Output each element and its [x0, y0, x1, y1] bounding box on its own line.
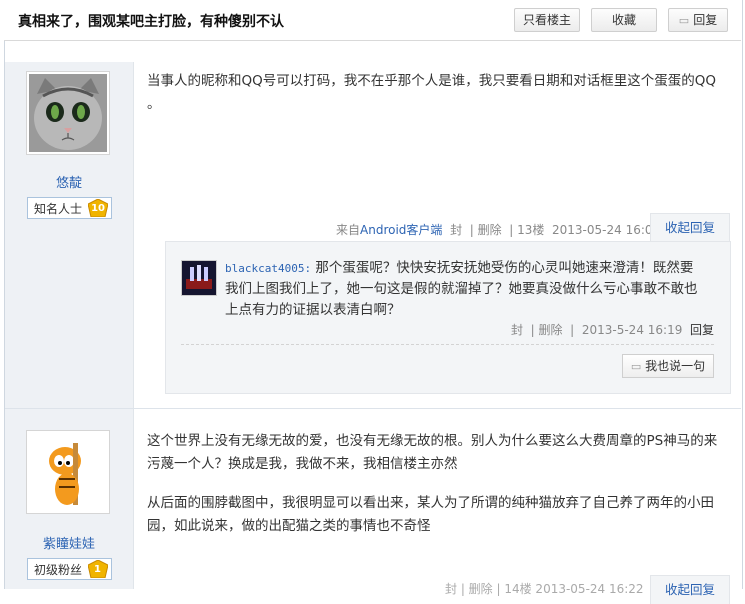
sub-reply-avatar[interactable] — [181, 260, 217, 296]
ban-link[interactable]: 封 — [511, 323, 523, 337]
delete-link[interactable]: 删除 — [478, 223, 502, 237]
avatar[interactable] — [26, 430, 110, 514]
sub-reply-text: blackcat4005: 那个蛋蛋呢？快快安抚安抚她受伤的心灵叫她速来澄清！既… — [225, 258, 705, 321]
content-paragraph: 从后面的围脖截图中，我很明显可以看出来，某人为了所谓的纯种猫放弃了自己养了两年的… — [147, 495, 714, 534]
sub-avatar-image — [182, 261, 216, 295]
say-button-label: 我也说一句 — [645, 359, 706, 373]
say-something-button[interactable]: ▭ 我也说一句 — [622, 354, 714, 378]
badge-label: 初级粉丝 — [34, 563, 83, 577]
thread-title: 真相来了，围观某吧主打脸，有种傻别不认 — [18, 14, 284, 30]
avatar[interactable] — [26, 71, 110, 155]
post-content: 这个世界上没有无缘无故的爱，也没有无缘无故的根。别人为什么要这么大费周章的PS神… — [147, 430, 727, 538]
sub-reply-box: blackcat4005: 那个蛋蛋呢？快快安抚安抚她受伤的心灵叫她速来澄清！既… — [165, 241, 731, 394]
sub-reply-reply-link[interactable]: 回复 — [690, 323, 714, 337]
user-badge[interactable]: 初级粉丝 1 — [27, 558, 112, 580]
thread-header: 真相来了，围观某吧主打脸，有种傻别不认 只看楼主 收藏 ▭ 回复 — [4, 0, 741, 41]
collapse-replies-button[interactable]: 收起回复 — [650, 575, 730, 604]
ban-link[interactable]: 封 — [450, 223, 462, 237]
from-label: 来自 — [336, 223, 361, 237]
comment-icon: ▭ — [630, 360, 642, 373]
content-paragraph: 这个世界上没有无缘无故的爱，也没有无缘无故的根。别人为什么要这么大费周章的PS神… — [147, 433, 718, 472]
username[interactable]: 悠靛 — [5, 172, 133, 191]
comment-icon: ▭ — [678, 14, 690, 27]
only-op-button[interactable]: 只看楼主 — [514, 8, 580, 32]
reply-button-label: 回复 — [693, 13, 718, 27]
favorite-button[interactable]: 收藏 — [591, 8, 657, 32]
sub-reply-time: 2013-5-24 16:19 — [581, 323, 683, 337]
user-badge[interactable]: 知名人士 10 — [27, 197, 112, 219]
post-meta: 来自Android客户端 封 | 删除 | 13楼 2013-05-24 16:… — [336, 223, 661, 237]
level-number: 10 — [91, 203, 105, 214]
level-number: 1 — [94, 564, 101, 575]
post-time: 2013-05-24 16:05 — [552, 223, 661, 237]
content-line: 。 — [147, 96, 161, 112]
content-line: 当事人的昵称和QQ号可以打码，我不在乎那个人是谁，我只要看日期和对话框里这个蛋蛋… — [147, 73, 717, 89]
badge-label: 知名人士 — [34, 202, 83, 216]
cat-avatar-image — [29, 74, 107, 152]
delete-link[interactable]: 删除 — [539, 323, 563, 337]
sub-reply-username[interactable]: blackcat4005: — [225, 262, 311, 275]
garfield-avatar-image — [29, 433, 107, 511]
sub-reply-meta: 封 | 删除 | 2013-5-24 16:19 回复 — [511, 323, 714, 337]
floor-number: 13楼 — [517, 223, 545, 237]
divider — [181, 344, 714, 345]
client-link[interactable]: Android客户端 — [360, 223, 442, 237]
post-content: 当事人的昵称和QQ号可以打码，我不在乎那个人是谁，我只要看日期和对话框里这个蛋蛋… — [147, 70, 727, 116]
username[interactable]: 紫瞳娃娃 — [5, 533, 133, 552]
collapse-replies-button[interactable]: 收起回复 — [650, 213, 730, 242]
reply-button[interactable]: ▭ 回复 — [668, 8, 728, 32]
